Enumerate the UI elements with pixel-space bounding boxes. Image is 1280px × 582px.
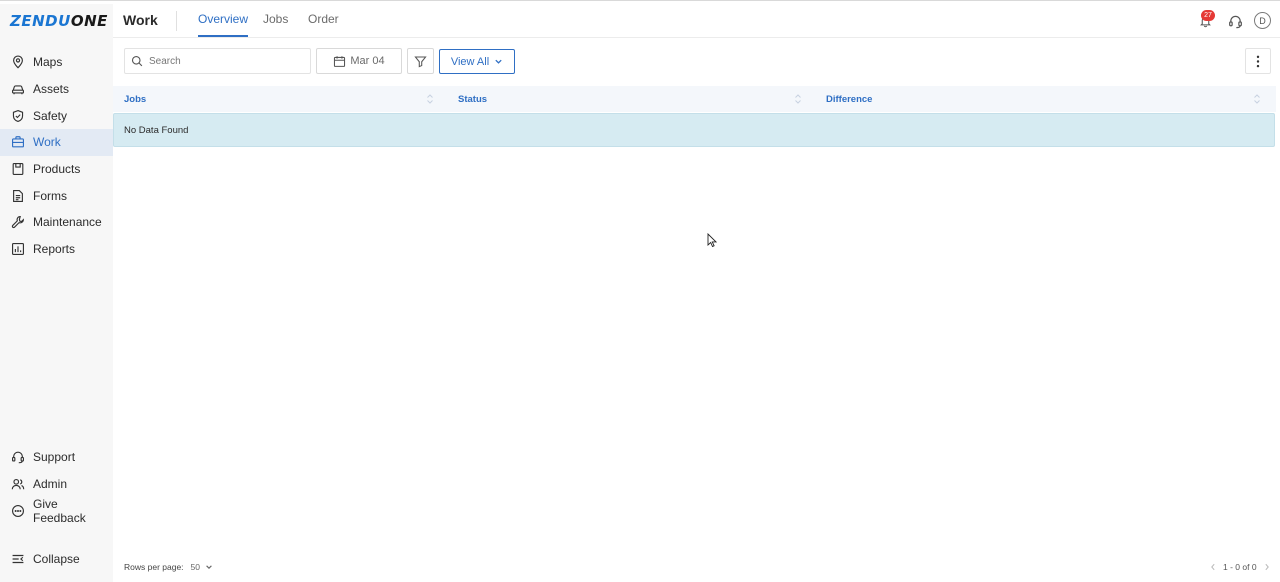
sidebar-item-label: Forms xyxy=(33,188,67,203)
sidebar-item-maps[interactable]: Maps xyxy=(0,49,113,76)
search-icon xyxy=(131,55,143,67)
app-logo[interactable]: ZENDU ONE xyxy=(10,12,108,30)
sort-icon[interactable] xyxy=(426,93,434,105)
sidebar-collapse-label: Collapse xyxy=(33,552,80,567)
chevron-down-icon xyxy=(495,59,502,64)
sidebar-item-label: Admin xyxy=(33,477,68,492)
sort-icon[interactable] xyxy=(1253,93,1261,105)
users-icon xyxy=(11,477,25,491)
sidebar-item-work[interactable]: Work xyxy=(0,129,113,156)
box-icon xyxy=(11,162,25,176)
filter-icon xyxy=(414,56,427,67)
sidebar-main-nav: Maps Assets Safety Work Products Forms M… xyxy=(0,49,113,263)
page-title: Work xyxy=(123,12,158,28)
rows-per-page-label: Rows per page: xyxy=(124,562,184,572)
sidebar-item-label: Products xyxy=(33,162,81,177)
document-icon xyxy=(11,189,25,203)
sidebar-bottom-nav: Support Admin Give Feedback xyxy=(0,444,113,525)
app-root: ZENDU ONE Maps Assets Safety Work Produc… xyxy=(0,0,1280,582)
search-box xyxy=(124,48,311,74)
sidebar-item-label: Reports xyxy=(33,242,76,257)
date-picker-button[interactable]: Mar 04 xyxy=(316,48,402,74)
title-divider xyxy=(176,11,177,31)
sidebar-item-label: Assets xyxy=(33,82,70,97)
chevron-down-icon xyxy=(206,565,212,569)
sidebar-item-label: Maintenance xyxy=(33,215,102,230)
rows-per-page-value: 50 xyxy=(190,562,201,572)
wrench-icon xyxy=(11,215,25,229)
sidebar: ZENDU ONE Maps Assets Safety Work Produc… xyxy=(0,4,113,582)
sidebar-item-products[interactable]: Products xyxy=(0,156,113,183)
pagination-range: 1 - 0 of 0 xyxy=(1223,562,1257,572)
tab-overview[interactable]: Overview xyxy=(198,12,249,37)
sidebar-item-admin[interactable]: Admin xyxy=(0,471,113,498)
table-header: Jobs Status Difference xyxy=(113,86,1276,112)
rows-per-page-select[interactable]: 50 xyxy=(191,562,213,572)
collapse-icon xyxy=(11,552,25,566)
sidebar-item-label: Give Feedback xyxy=(33,496,86,525)
headset-icon xyxy=(1228,15,1242,28)
car-icon xyxy=(11,82,25,96)
tab-order[interactable]: Order xyxy=(308,12,339,37)
view-all-label: View All xyxy=(450,55,490,68)
kebab-menu-icon xyxy=(1256,55,1260,67)
sidebar-item-support[interactable]: Support xyxy=(0,444,113,471)
view-all-dropdown[interactable]: View All xyxy=(439,49,515,74)
notification-badge: 27 xyxy=(1201,10,1215,21)
sidebar-item-safety[interactable]: Safety xyxy=(0,102,113,129)
sidebar-collapse-nav: Collapse xyxy=(0,546,113,573)
headset-icon xyxy=(11,450,25,464)
sidebar-item-label: Maps xyxy=(33,55,63,70)
page-header: Work Overview Jobs Order 27 D xyxy=(113,4,1280,38)
column-header-status[interactable]: Status xyxy=(458,86,487,112)
sidebar-item-label: Safety xyxy=(33,108,68,123)
sidebar-item-maintenance[interactable]: Maintenance xyxy=(0,209,113,236)
sidebar-item-label: Work xyxy=(33,135,61,150)
pagination: 1 - 0 of 0 xyxy=(1209,562,1271,572)
avatar[interactable]: D xyxy=(1254,12,1271,29)
date-label: Mar 04 xyxy=(350,55,385,67)
mouse-pointer-icon xyxy=(707,233,717,248)
tab-jobs[interactable]: Jobs xyxy=(263,12,288,37)
sidebar-item-label: Support xyxy=(33,450,76,465)
rows-per-page: Rows per page: 50 xyxy=(124,562,213,572)
prev-page-button[interactable] xyxy=(1209,562,1217,572)
sidebar-item-forms[interactable]: Forms xyxy=(0,182,113,209)
column-header-difference[interactable]: Difference xyxy=(826,86,872,112)
sidebar-item-reports[interactable]: Reports xyxy=(0,236,113,263)
calendar-icon xyxy=(334,55,346,67)
logo-text-zendu: ZENDU xyxy=(10,12,71,30)
bar-chart-icon xyxy=(11,242,25,256)
sidebar-item-assets[interactable]: Assets xyxy=(0,76,113,103)
more-options-button[interactable] xyxy=(1245,48,1271,74)
chevron-right-icon xyxy=(1264,563,1269,571)
sort-icon[interactable] xyxy=(794,93,802,105)
logo-text-one: ONE xyxy=(70,12,108,30)
filter-button[interactable] xyxy=(407,48,434,74)
next-page-button[interactable] xyxy=(1263,562,1271,572)
briefcase-icon xyxy=(11,135,25,149)
sidebar-collapse-button[interactable]: Collapse xyxy=(0,546,113,573)
sidebar-item-give-feedback[interactable]: Give Feedback xyxy=(0,496,113,525)
chat-icon xyxy=(11,504,25,518)
chevron-left-icon xyxy=(1211,563,1215,571)
empty-table-message: No Data Found xyxy=(113,113,1275,147)
shield-icon xyxy=(11,109,25,123)
map-pin-icon xyxy=(11,55,25,69)
support-button[interactable] xyxy=(1226,12,1244,30)
search-input[interactable] xyxy=(149,55,299,67)
column-header-jobs[interactable]: Jobs xyxy=(124,86,146,112)
